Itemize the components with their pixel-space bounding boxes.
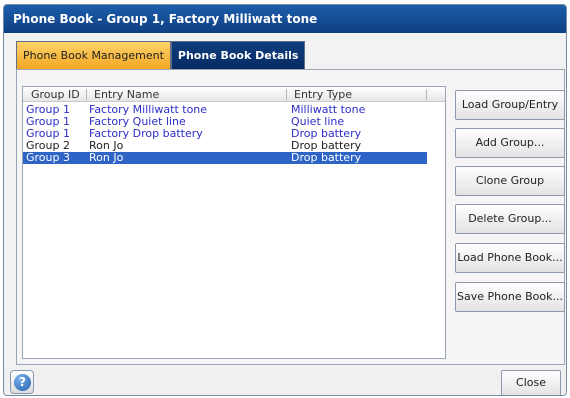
table-row[interactable]: Group 1 Factory Milliwatt tone Milliwatt… xyxy=(23,104,427,116)
phone-book-list[interactable]: Group ID Entry Name Entry Type Group 1 F… xyxy=(22,86,446,359)
add-group-button[interactable]: Add Group... xyxy=(455,128,565,158)
window-title: Phone Book - Group 1, Factory Milliwatt … xyxy=(4,5,566,33)
clone-group-button[interactable]: Clone Group xyxy=(455,166,565,196)
cell-entry-name: Ron Jo xyxy=(89,151,124,164)
column-divider xyxy=(286,89,287,100)
table-row[interactable]: Group 1 Factory Quiet line Quiet line xyxy=(23,116,427,128)
column-divider xyxy=(426,89,427,100)
column-header-entry-name[interactable]: Entry Name xyxy=(94,87,159,102)
footer-bar: ? Close xyxy=(4,367,566,395)
list-header: Group ID Entry Name Entry Type xyxy=(23,87,445,102)
cell-entry-type: Drop battery xyxy=(291,151,362,164)
load-phone-book-button[interactable]: Load Phone Book... xyxy=(455,243,565,273)
tab-phone-book-details[interactable]: Phone Book Details xyxy=(170,41,306,69)
phone-book-window: Phone Book - Group 1, Factory Milliwatt … xyxy=(3,4,567,396)
table-row[interactable]: Group 2 Ron Jo Drop battery xyxy=(23,140,427,152)
column-divider xyxy=(86,89,87,100)
close-button[interactable]: Close xyxy=(501,370,561,395)
table-row-selected[interactable]: Group 3 Ron Jo Drop battery xyxy=(23,152,427,164)
help-button[interactable]: ? xyxy=(10,370,34,394)
save-phone-book-button[interactable]: Save Phone Book... xyxy=(455,282,565,312)
cell-group-id: Group 3 xyxy=(26,151,70,164)
column-header-group-id[interactable]: Group ID xyxy=(31,87,80,102)
load-group-entry-button[interactable]: Load Group/Entry xyxy=(455,90,565,120)
management-panel: Group ID Entry Name Entry Type Group 1 F… xyxy=(16,69,565,365)
column-header-entry-type[interactable]: Entry Type xyxy=(294,87,352,102)
delete-group-button[interactable]: Delete Group... xyxy=(455,204,565,234)
tab-phone-book-management[interactable]: Phone Book Management xyxy=(16,41,171,69)
tab-bar: Phone Book Management Phone Book Details xyxy=(16,41,306,69)
help-icon: ? xyxy=(14,374,31,391)
table-row[interactable]: Group 1 Factory Drop battery Drop batter… xyxy=(23,128,427,140)
